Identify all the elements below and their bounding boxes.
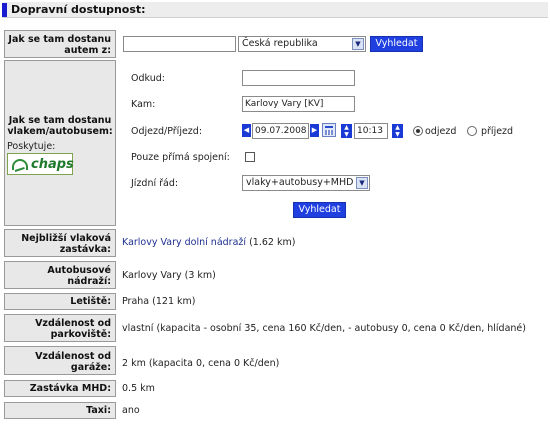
label-cell-parking: Vzdálenost od parkoviště: — [4, 314, 116, 342]
auto-label: Jak se tam dostanu autem z: — [8, 34, 111, 56]
country-select-value: Česká republika — [242, 38, 318, 49]
arrival-radio[interactable] — [467, 126, 477, 136]
taxi-value: ano — [122, 405, 140, 416]
chaps-logo[interactable]: chaps — [7, 153, 74, 175]
label-cell-mhd: Zastávka MHD: — [4, 380, 116, 397]
direct-checkbox[interactable] — [245, 152, 255, 162]
time-spinner-icon-right[interactable]: ▲ ▼ — [392, 124, 403, 138]
to-input[interactable]: Karlovy Vary [KV] — [242, 96, 355, 112]
train-stop-value: Karlovy Vary dolní nádraží (1.62 km) — [122, 237, 295, 248]
label-cell-bus: Autobusové nádraží: — [4, 261, 116, 289]
from-label: Odkud: — [131, 73, 165, 84]
time-spinner-icon[interactable]: ▲ ▼ — [341, 124, 352, 138]
train-search-button[interactable]: Vyhledat — [293, 202, 346, 218]
parking-value: vlastní (kapacita - osobní 35, cena 160 … — [122, 323, 526, 334]
bus-label: Autobusové nádraží: — [47, 265, 111, 287]
chevron-down-icon-timetable: ▼ — [356, 177, 368, 189]
direct-label: Pouze přímá spojení: — [131, 152, 230, 163]
train-label: Jak se tam dostanu vlakem/autobusem: — [7, 115, 113, 137]
chevron-down-icon: ▼ — [352, 38, 364, 50]
mhd-label: Zastávka MHD: — [29, 383, 111, 394]
time-input[interactable]: 10:13 — [354, 123, 388, 139]
parking-label: Vzdálenost od parkoviště: — [35, 318, 111, 340]
mhd-value: 0.5 km — [122, 383, 155, 394]
train-stop-label: Nejbližší vlaková zastávka: — [21, 233, 111, 255]
section-title: Dopravní dostupnost: — [11, 3, 146, 16]
airport-label: Letiště: — [70, 296, 111, 307]
country-select[interactable]: Česká republika ▼ — [238, 36, 366, 52]
bus-value: Karlovy Vary (3 km) — [122, 270, 216, 281]
label-cell-airport: Letiště: — [4, 293, 116, 310]
label-cell-train: Jak se tam dostanu vlakem/autobusem: Pos… — [4, 60, 116, 226]
arrival-label: příjezd — [481, 126, 514, 137]
provider-label: Poskytuje: — [7, 141, 56, 152]
label-cell-train-stop: Nejbližší vlaková zastávka: — [4, 229, 116, 257]
airport-value: Praha (121 km) — [122, 296, 196, 307]
timetable-select[interactable]: vlaky+autobusy+MHD ▼ — [242, 175, 370, 191]
from-input[interactable] — [242, 70, 355, 86]
date-next-icon[interactable]: ▶ — [310, 124, 319, 137]
taxi-label: Taxi: — [86, 405, 111, 416]
chaps-logo-text: chaps — [31, 157, 74, 172]
label-cell-garage: Vzdálenost od garáže: — [4, 346, 116, 375]
garage-value: 2 km (kapacita 0, cena 0 Kč/den) — [122, 358, 280, 369]
label-cell-auto: Jak se tam dostanu autem z: — [4, 30, 116, 58]
calendar-icon[interactable] — [322, 123, 336, 137]
auto-search-button[interactable]: Vyhledat — [370, 36, 423, 52]
timetable-select-value: vlaky+autobusy+MHD — [246, 177, 354, 188]
to-label: Kam: — [131, 99, 156, 110]
departure-radio[interactable] — [413, 126, 423, 136]
timetable-label: Jízdní řád: — [131, 178, 179, 189]
departure-label: odjezd — [425, 126, 457, 137]
auto-origin-input[interactable] — [123, 36, 236, 52]
chaps-logo-icon — [12, 159, 28, 170]
datetime-label: Odjezd/Příjezd: — [131, 126, 203, 137]
section-header: Dopravní dostupnost: — [2, 2, 548, 18]
label-cell-taxi: Taxi: — [4, 402, 116, 419]
garage-label: Vzdálenost od garáže: — [35, 351, 111, 373]
header-marker — [2, 3, 7, 17]
train-stop-distance: (1.62 km) — [249, 237, 296, 248]
date-prev-icon[interactable]: ◀ — [242, 124, 251, 137]
train-stop-link[interactable]: Karlovy Vary dolní nádraží — [122, 237, 246, 248]
date-input[interactable]: 09.07.2008 — [252, 123, 309, 139]
